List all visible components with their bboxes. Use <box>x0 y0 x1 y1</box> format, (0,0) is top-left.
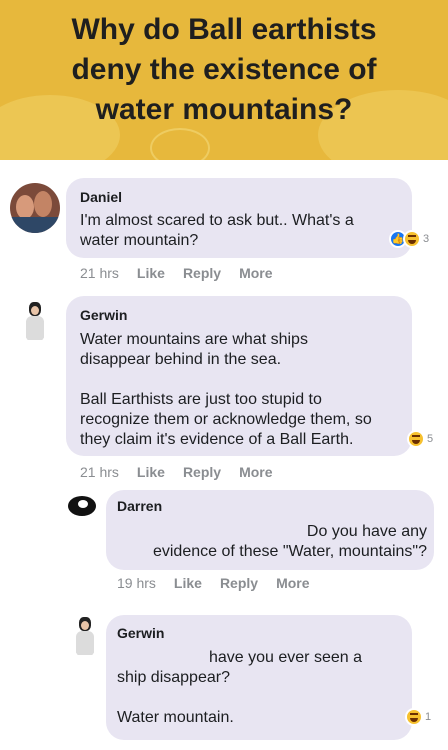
comment-meta: 21 hrs Like Reply More <box>80 464 291 480</box>
decorative-blob <box>150 128 210 160</box>
avatar[interactable] <box>10 183 60 233</box>
post-title: Why do Ball earthists deny the existence… <box>71 13 377 126</box>
commenter-name[interactable]: Darren <box>117 498 162 514</box>
reaction-count: 5 <box>427 433 434 445</box>
reply-button[interactable]: Reply <box>220 575 258 591</box>
comment-time: 19 hrs <box>117 575 156 591</box>
more-button[interactable]: More <box>239 265 272 281</box>
comment-time: 21 hrs <box>80 265 119 281</box>
reply-button[interactable]: Reply <box>183 265 221 281</box>
comment-meta: 21 hrs Like Reply More <box>80 265 291 281</box>
comment-text: Do you have any evidence of these "Water… <box>152 523 427 560</box>
comment-text: Water mountains are what ships disappear… <box>80 331 372 448</box>
reaction-summary[interactable]: 1 <box>405 708 431 726</box>
commenter-name[interactable]: Gerwin <box>117 625 164 641</box>
like-button[interactable]: Like <box>174 575 202 591</box>
haha-icon <box>407 430 425 448</box>
header-banner: Why do Ball earthists deny the existence… <box>0 0 448 160</box>
comment-text: I'm almost scared to ask but.. What's a … <box>80 212 354 249</box>
like-button[interactable]: Like <box>137 464 165 480</box>
haha-icon <box>403 230 421 248</box>
avatar[interactable] <box>64 490 100 520</box>
reaction-count: 3 <box>423 233 430 245</box>
avatar[interactable] <box>72 613 98 659</box>
avatar[interactable] <box>22 298 48 344</box>
like-button[interactable]: Like <box>137 265 165 281</box>
reply-button[interactable]: Reply <box>183 464 221 480</box>
comment-text: have you ever seen a ship disappear? Wat… <box>117 649 362 726</box>
commenter-name[interactable]: Daniel <box>80 189 122 205</box>
comment-meta: 19 hrs Like Reply More <box>117 575 328 591</box>
more-button[interactable]: More <box>239 464 272 480</box>
commenter-name[interactable]: Gerwin <box>80 307 127 323</box>
haha-icon <box>405 708 423 726</box>
reaction-summary[interactable]: 👍 3 <box>389 230 429 248</box>
reaction-summary[interactable]: 5 <box>407 430 433 448</box>
more-button[interactable]: More <box>276 575 309 591</box>
reaction-count: 1 <box>425 711 432 723</box>
comment-time: 21 hrs <box>80 464 119 480</box>
